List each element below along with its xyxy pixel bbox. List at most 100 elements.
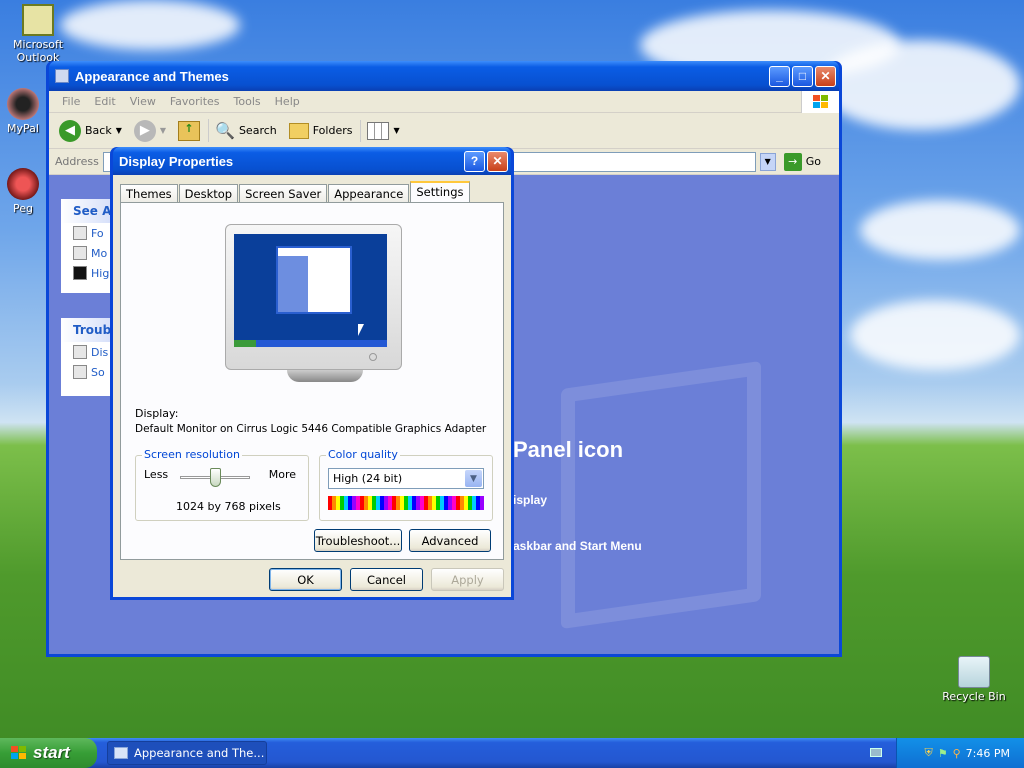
forward-button[interactable]: ▶ ▼: [130, 118, 170, 144]
outlook-icon: [22, 4, 54, 36]
monitor-power-button: [369, 353, 377, 361]
network-icon[interactable]: ⚑: [938, 747, 948, 760]
desktop-icon-label: MyPal: [7, 122, 39, 135]
color-quality-group: Color quality High (24 bit) ▼: [319, 448, 493, 521]
up-folder-button[interactable]: ↑: [174, 119, 204, 143]
cancel-button[interactable]: Cancel: [350, 568, 423, 591]
clock[interactable]: 7:46 PM: [966, 747, 1010, 760]
views-grid-icon: [367, 121, 390, 140]
tab-screen-saver[interactable]: Screen Saver: [239, 184, 328, 203]
menu-edit[interactable]: Edit: [87, 95, 122, 108]
desktop-icon-mypal[interactable]: MyPal: [0, 88, 46, 135]
up-folder-icon: ↑: [178, 120, 201, 141]
toolbar: ◀ Back ▼ ▶ ▼ ↑ 🔍 Search Folders ▼: [49, 113, 839, 149]
cursor-icon: [358, 324, 364, 336]
apply-button[interactable]: Apply: [431, 568, 504, 591]
taskpane-link-label: Dis: [91, 345, 109, 359]
security-shield-icon[interactable]: ⛨: [924, 746, 932, 760]
explorer-title: Appearance and Themes: [75, 68, 229, 84]
close-button[interactable]: ✕: [815, 65, 836, 87]
taskbar-item-appearance[interactable]: Appearance and The...: [107, 741, 267, 765]
help-button[interactable]: ?: [464, 150, 485, 172]
dialog-close-button[interactable]: ✕: [487, 150, 508, 172]
display-label: Display:: [135, 407, 179, 420]
folder-icon: [55, 69, 69, 83]
search-button[interactable]: 🔍 Search: [208, 119, 281, 142]
cloud: [860, 200, 1020, 260]
menu-file[interactable]: File: [55, 95, 87, 108]
search-label: Search: [238, 124, 277, 137]
minimize-button[interactable]: _: [769, 65, 790, 87]
menu-bar: File Edit View Favorites Tools Help: [49, 90, 839, 113]
search-tray-icon[interactable]: ⚲: [953, 747, 961, 760]
go-button[interactable]: → Go: [780, 151, 825, 173]
tab-settings[interactable]: Settings: [410, 181, 470, 203]
content-link-display[interactable]: isplay: [513, 493, 547, 507]
address-dropdown-icon[interactable]: ▼: [759, 152, 776, 171]
taskbar-item-label: Appearance and The...: [134, 746, 265, 760]
display-value: Default Monitor on Cirrus Logic 5446 Com…: [135, 423, 487, 435]
taskpane-link-label: Mo: [91, 246, 108, 260]
go-label: Go: [805, 155, 821, 168]
cloud: [850, 300, 1020, 370]
preview-taskbar: [234, 340, 387, 347]
desktop-icon-outlook[interactable]: Microsoft Outlook: [0, 4, 76, 64]
start-button[interactable]: start: [0, 738, 97, 768]
preview-start: [234, 340, 256, 347]
folder-icon: [114, 747, 128, 759]
menu-help[interactable]: Help: [268, 95, 307, 108]
chevron-down-icon: ▼: [115, 126, 122, 135]
chevron-down-icon: ▼: [465, 470, 482, 487]
dialog-titlebar[interactable]: Display Properties ? ✕: [113, 147, 511, 175]
screen-resolution-group: Screen resolution Less More 1024 by 768 …: [135, 448, 309, 521]
more-label: More: [268, 468, 296, 481]
color-spectrum-bar: [328, 496, 484, 510]
tab-appearance[interactable]: Appearance: [328, 184, 410, 203]
menu-tools[interactable]: Tools: [227, 95, 268, 108]
desktop-icon-recycle-bin[interactable]: Recycle Bin: [936, 656, 1012, 703]
start-label: start: [33, 743, 70, 762]
mypal-icon: [7, 88, 39, 120]
maximize-button[interactable]: □: [792, 65, 813, 87]
monitor-screen: [234, 234, 387, 347]
help-icon: [73, 345, 87, 359]
folders-icon: [288, 122, 309, 139]
system-tray: ⛨ ⚑ ⚲ 7:46 PM: [896, 738, 1024, 768]
windows-logo-icon: [801, 90, 839, 113]
color-quality-value: High (24 bit): [333, 472, 403, 485]
menu-favorites[interactable]: Favorites: [163, 95, 227, 108]
folders-label: Folders: [312, 124, 353, 137]
chevron-down-icon: ▼: [159, 126, 167, 135]
folders-button[interactable]: Folders: [285, 121, 357, 141]
cloud: [820, 40, 1020, 130]
troubleshoot-button[interactable]: Troubleshoot...: [314, 529, 402, 552]
taskpane-link-label: So: [91, 365, 105, 379]
content-heading: Panel icon: [513, 437, 624, 462]
forward-arrow-icon: ▶: [133, 119, 156, 142]
color-quality-select[interactable]: High (24 bit) ▼: [328, 468, 484, 489]
desktop-icon-label: Peg: [13, 202, 33, 215]
views-button[interactable]: ▼: [360, 119, 403, 142]
address-label: Address: [55, 155, 99, 168]
back-label: Back: [85, 124, 112, 137]
recycle-bin-icon: [958, 656, 990, 688]
content-link-taskbar[interactable]: askbar and Start Menu: [513, 539, 642, 553]
desktop-icon-peg[interactable]: Peg: [0, 168, 46, 215]
keyboard-icon[interactable]: [870, 748, 882, 757]
chevron-down-icon: ▼: [393, 126, 400, 135]
tab-themes[interactable]: Themes: [120, 184, 178, 203]
cloud: [60, 0, 240, 50]
desktop-icon-label: Recycle Bin: [942, 690, 1006, 703]
display-properties-dialog: Display Properties ? ✕ Themes Desktop Sc…: [110, 147, 514, 600]
back-button[interactable]: ◀ Back ▼: [55, 118, 126, 144]
explorer-titlebar[interactable]: Appearance and Themes _ □ ✕: [49, 61, 839, 91]
search-icon: 🔍: [215, 121, 235, 140]
tab-desktop[interactable]: Desktop: [178, 184, 239, 203]
taskbar: start Appearance and The... ⛨ ⚑ ⚲ 7:46 P…: [0, 738, 1024, 768]
resolution-slider-thumb[interactable]: [210, 468, 221, 487]
fonts-icon: [73, 226, 87, 240]
menu-view[interactable]: View: [123, 95, 163, 108]
back-arrow-icon: ◀: [59, 119, 81, 142]
ok-button[interactable]: OK: [269, 568, 342, 591]
advanced-button[interactable]: Advanced: [409, 529, 491, 552]
